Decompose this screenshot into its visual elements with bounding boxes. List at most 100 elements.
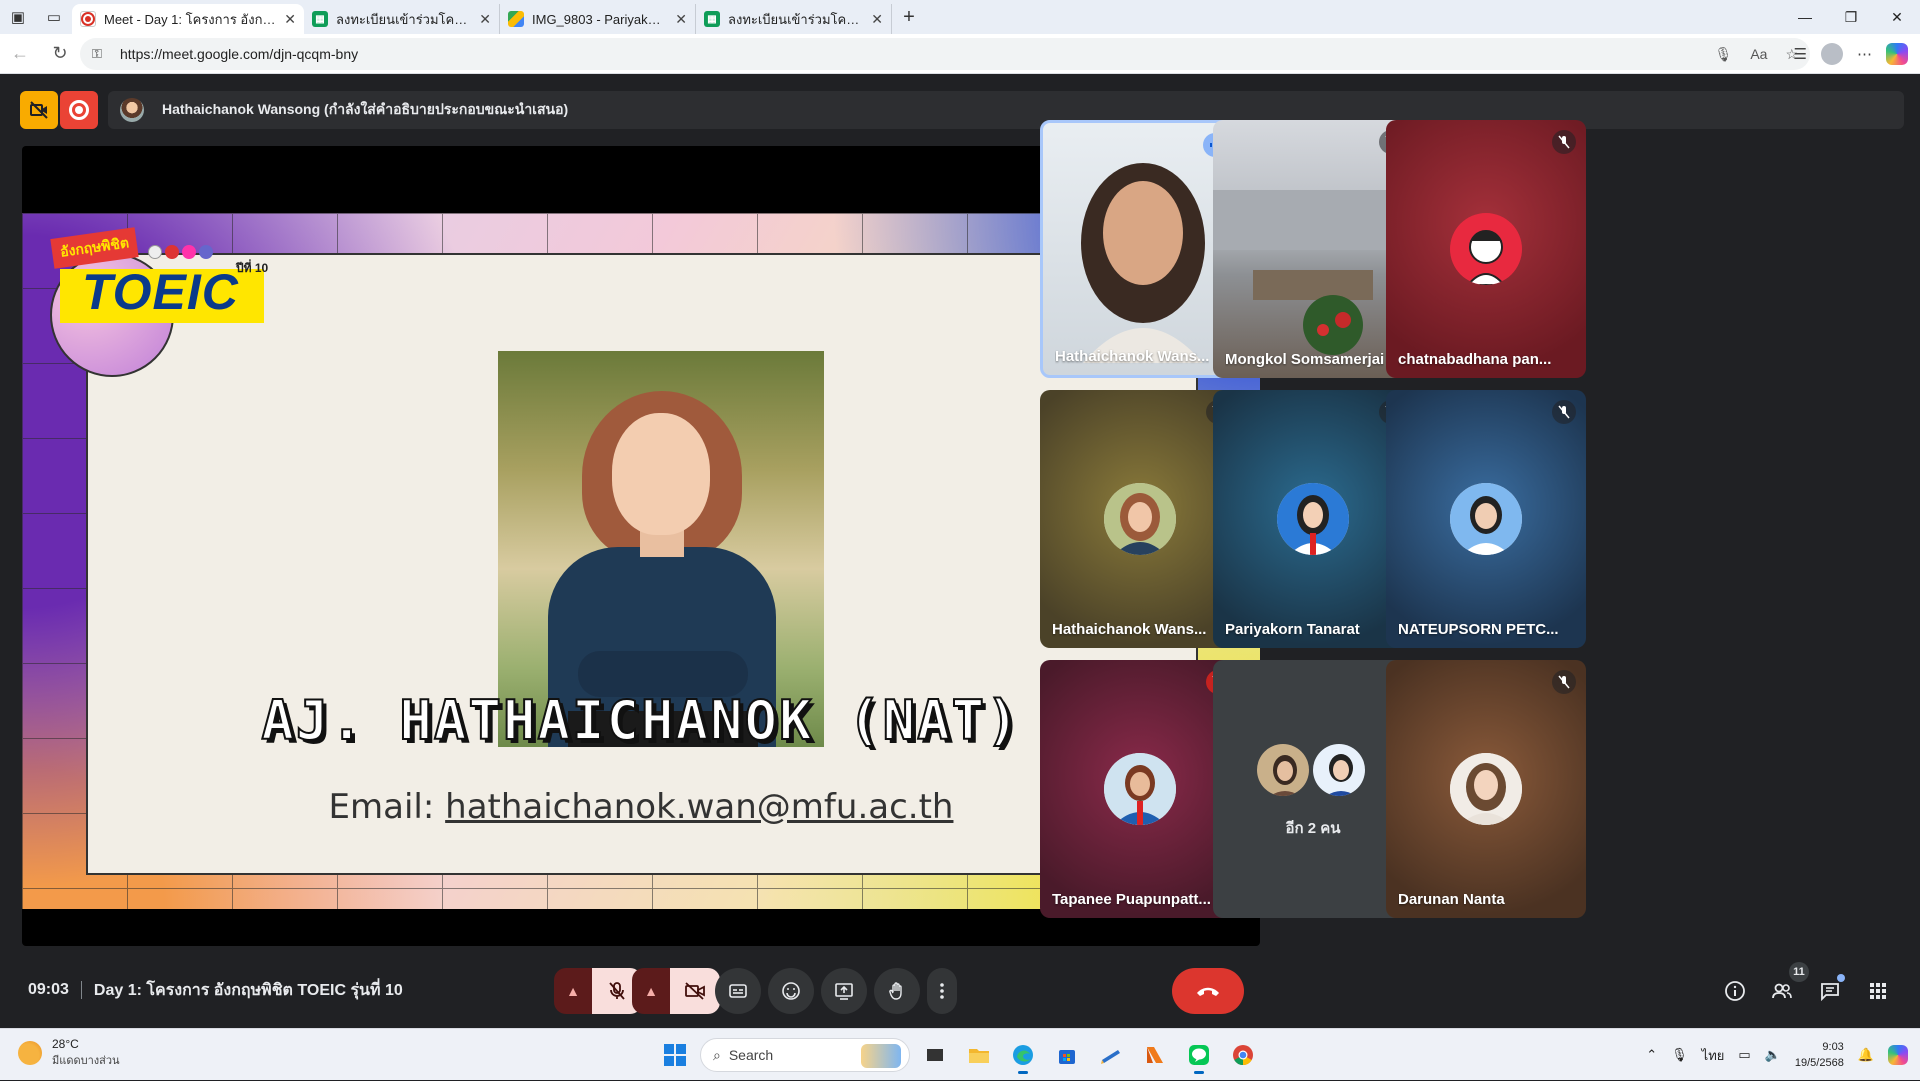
windows-taskbar: 28°C มีแดดบางส่วน ⌕ Search ⌃ 🎙 ไทย ▭ 🔈 9… [0,1028,1920,1080]
captions-button[interactable] [715,968,761,1014]
search-highlight-image [861,1044,901,1068]
camera-toggle-button[interactable] [670,968,720,1014]
mic-permission-icon[interactable]: 🎙 [1715,46,1733,63]
camera-off-indicator-icon[interactable] [20,91,58,129]
meeting-details-button[interactable] [1712,968,1758,1014]
back-icon[interactable]: ← [0,34,40,74]
reload-icon[interactable]: ↻ [40,34,80,74]
input-language[interactable]: ไทย [1702,1045,1725,1066]
participant-count-badge: 11 [1789,962,1809,982]
microsoft-store-icon[interactable] [1048,1036,1086,1074]
edge-browser-icon[interactable] [1004,1036,1042,1074]
participant-tile[interactable]: Pariyakorn Tanarat [1213,390,1413,648]
browser-tab-bar: ▣ ▭ Meet - Day 1: โครงการ อังกฤษ ✕ ▦ ลงท… [0,0,1920,34]
camera-control-group: ▲ [632,968,720,1014]
taskbar-search[interactable]: ⌕ Search [700,1038,910,1072]
more-options-button[interactable] [927,968,957,1014]
close-tab-icon[interactable]: ✕ [284,11,296,28]
participant-tile[interactable]: Darunan Nanta [1386,660,1586,918]
participant-name: Darunan Nanta [1398,891,1505,908]
new-tab-button[interactable]: + [892,6,926,29]
minimize-icon[interactable]: — [1782,0,1828,34]
tab-actions-icon[interactable]: ▭ [36,0,72,34]
show-hidden-icons-icon[interactable]: ⌃ [1646,1047,1657,1063]
restore-icon[interactable]: ❐ [1828,0,1874,34]
others-tile[interactable]: อีก 2 คน [1213,660,1413,918]
raise-hand-button[interactable] [874,968,920,1014]
notification-bell-icon[interactable]: 🔔 [1858,1047,1874,1063]
participant-tile[interactable]: Tapanee Puapunpatt... [1040,660,1240,918]
participant-avatar [1104,483,1176,555]
copilot-icon[interactable] [1886,43,1908,65]
mic-off-icon [609,982,625,1000]
read-aloud-icon[interactable]: Aa [1750,46,1767,62]
participant-tile[interactable]: Hathaichanok Wans... [1040,120,1240,378]
network-tray-icon[interactable]: ▭ [1738,1047,1750,1063]
system-clock[interactable]: 9:03 19/5/2568 [1795,1039,1844,1071]
reactions-button[interactable] [768,968,814,1014]
presenter-banner: Hathaichanok Wansong (กำลังใส่คำอธิบายปร… [108,91,1904,129]
present-screen-button[interactable] [821,968,867,1014]
url-field[interactable]: ⚿ https://meet.google.com/djn-qcqm-bny 🎙… [80,38,1810,70]
line-app-icon[interactable] [1180,1036,1218,1074]
more-vert-icon [940,983,944,999]
site-info-icon[interactable]: ⚿ [92,46,110,62]
participant-name: NATEUPSORN PETC... [1398,621,1559,638]
close-tab-icon[interactable]: ✕ [675,11,687,28]
search-icon: ⌕ [713,1046,721,1063]
copilot-tray-icon[interactable] [1888,1045,1908,1065]
participant-name: Hathaichanok Wans... [1055,348,1210,365]
participant-tile[interactable]: NATEUPSORN PETC... [1386,390,1586,648]
participant-tile[interactable]: chatnabadhana pan... [1386,120,1586,378]
people-button[interactable]: 11 [1759,962,1809,1014]
participant-name: chatnabadhana pan... [1398,351,1552,368]
microphone-tray-icon[interactable]: 🎙 [1671,1047,1688,1063]
tab-title: ลงทะเบียนเข้าร่วมโครงการ TOEIC 10 ( [728,11,863,27]
orange-app-icon[interactable] [1136,1036,1174,1074]
workspaces-icon[interactable]: ▣ [0,0,36,34]
participant-tile[interactable]: Hathaichanok Wans... [1040,390,1240,648]
clock-date: 19/5/2568 [1794,1057,1844,1069]
presenter-label: Hathaichanok Wansong (กำลังใส่คำอธิบายปร… [162,101,569,117]
weather-widget[interactable]: 28°C มีแดดบางส่วน [18,1037,120,1069]
more-menu-icon[interactable]: ⋯ [1857,45,1872,63]
activities-button[interactable] [1855,968,1901,1014]
pen-app-icon[interactable] [1092,1036,1130,1074]
present-icon [835,983,853,1000]
tab-sheets-2[interactable]: ▦ ลงทะเบียนเข้าร่วมโครงการ TOEIC 10 ( ✕ [696,4,892,34]
video-settings-chevron-icon[interactable]: ▲ [632,968,670,1014]
tab-drive[interactable]: IMG_9803 - Pariyakorn Tanarat.jp ✕ [500,4,696,34]
start-button[interactable] [656,1036,694,1074]
meeting-info: 09:03 Day 1: โครงการ อังกฤษพิชิต TOEIC ร… [28,964,403,1016]
weather-temp: 28°C [52,1037,79,1051]
window-controls: — ❐ ✕ [1782,0,1920,34]
tab-sheets-1[interactable]: ▦ ลงทะเบียนเข้าร่วมโครงการ TOEIC 10 ( ✕ [304,4,500,34]
mic-control-group: ▲ [554,968,642,1014]
profile-avatar[interactable] [1821,43,1843,65]
recording-icon[interactable] [60,91,98,129]
favorites-icon[interactable]: ☰ [1794,45,1807,63]
tab-title: ลงทะเบียนเข้าร่วมโครงการ TOEIC 10 ( [336,11,471,27]
close-tab-icon[interactable]: ✕ [479,11,491,28]
participant-tile[interactable]: Mongkol Somsamerjai [1213,120,1413,378]
close-tab-icon[interactable]: ✕ [871,11,883,28]
hangup-icon [1197,987,1219,996]
chat-button[interactable] [1807,968,1853,1014]
file-explorer-icon[interactable] [960,1036,998,1074]
chrome-icon[interactable] [1224,1036,1262,1074]
meet-control-bar: 09:03 Day 1: โครงการ อังกฤษพิชิต TOEIC ร… [4,962,1916,1028]
url-text: https://meet.google.com/djn-qcqm-bny [120,46,359,62]
audio-settings-chevron-icon[interactable]: ▲ [554,968,592,1014]
toeic-logo-text: TOEIC [82,264,239,320]
sheets-icon: ▦ [312,11,328,27]
volume-tray-icon[interactable]: 🔈 [1765,1047,1781,1063]
participant-avatar [1311,742,1367,798]
participant-avatar [1104,753,1176,825]
tab-meet[interactable]: Meet - Day 1: โครงการ อังกฤษ ✕ [72,4,304,34]
meeting-time: 09:03 [28,981,69,998]
participant-name: Pariyakorn Tanarat [1225,621,1360,638]
task-view-icon[interactable] [916,1036,954,1074]
close-window-icon[interactable]: ✕ [1874,0,1920,34]
chat-icon [1821,983,1839,1002]
leave-call-button[interactable] [1172,968,1244,1014]
